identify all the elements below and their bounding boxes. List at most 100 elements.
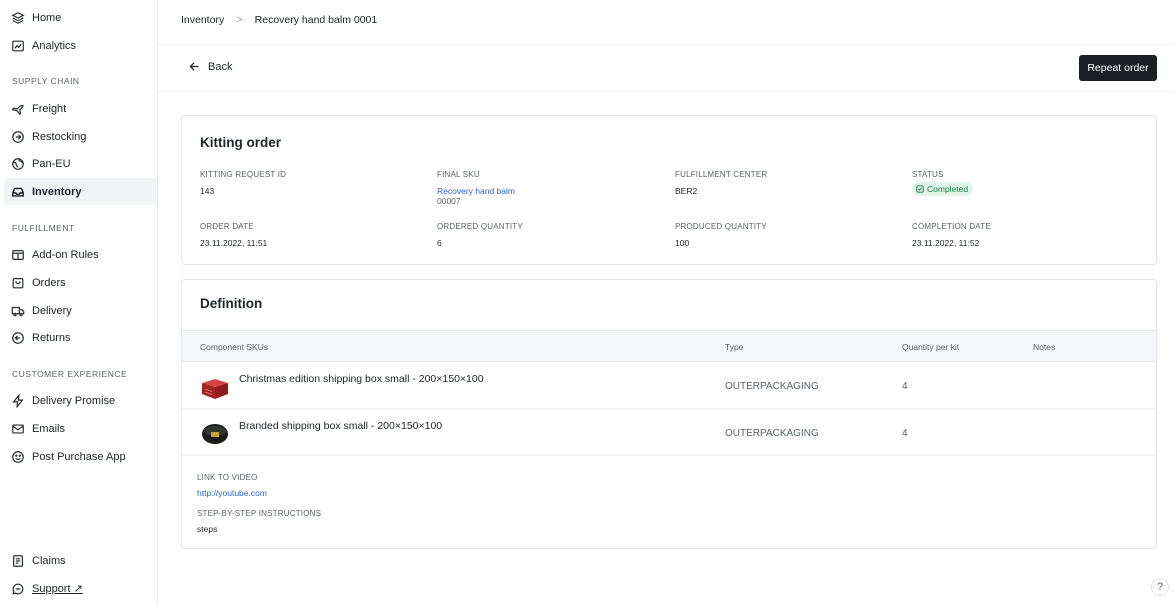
final-sku-link[interactable]: Recovery hand balm xyxy=(437,186,515,196)
kitting-order-card: Kitting order KITTING REQUEST ID 143 FIN… xyxy=(181,115,1157,265)
sidebar-item-analytics[interactable]: Analytics xyxy=(4,32,157,59)
table-row[interactable]: Branded shipping box small - 200×150×100… xyxy=(182,409,1156,456)
field-label: STEP-BY-STEP INSTRUCTIONS xyxy=(197,509,322,518)
field-label: ORDERED QUANTITY xyxy=(437,222,523,231)
sidebar-item-orders[interactable]: Orders xyxy=(4,269,157,296)
field-label: ORDER DATE xyxy=(200,222,254,231)
bag-icon xyxy=(11,276,25,290)
arrow-left-icon xyxy=(188,60,201,73)
field-produced-quantity: PRODUCED QUANTITY 100 xyxy=(675,222,767,248)
bolt-icon xyxy=(11,393,25,408)
field-fulfillment-center: FULFILLMENT CENTER BER2 xyxy=(675,170,767,196)
chat-icon xyxy=(11,582,25,596)
table-row[interactable]: Christmas edition shipping box small - 2… xyxy=(182,362,1156,409)
field-value: 23.11.2022, 11:52 xyxy=(912,238,980,248)
layers-icon xyxy=(11,11,25,25)
smile-icon xyxy=(11,450,25,464)
card-title: Definition xyxy=(200,296,263,311)
sidebar-item-label: Delivery Promise xyxy=(32,394,116,407)
final-sku-code: 00007 xyxy=(437,196,461,206)
field-label: KITTING REQUEST ID xyxy=(200,170,287,179)
section-label-supply-chain: SUPPLY CHAIN xyxy=(12,76,80,86)
back-button[interactable]: Back xyxy=(188,60,232,73)
sidebar-item-label: Support ↗ xyxy=(32,583,83,595)
field-value: steps xyxy=(197,524,218,534)
status-badge: Completed xyxy=(912,182,974,196)
component-type: OUTERPACKAGING xyxy=(725,381,819,392)
component-quantity: 4 xyxy=(902,428,908,439)
breadcrumb-current: Recovery hand balm 0001 xyxy=(254,14,378,26)
help-button[interactable]: ? xyxy=(1151,578,1169,596)
product-thumbnail xyxy=(202,379,228,399)
column-header: Notes xyxy=(1033,342,1056,352)
sidebar-item-label: Delivery xyxy=(32,304,72,317)
sidebar-item-delivery[interactable]: Delivery xyxy=(4,297,157,324)
column-header: Type xyxy=(725,342,744,352)
field-order-date: ORDER DATE 23.11.2022, 11:51 xyxy=(200,222,267,248)
field-completion-date: COMPLETION DATE 23.11.2022, 11:52 xyxy=(912,222,991,248)
field-label: COMPLETION DATE xyxy=(912,222,991,231)
field-step-by-step-instructions: STEP-BY-STEP INSTRUCTIONS steps xyxy=(197,509,321,534)
sidebar-item-returns[interactable]: Returns xyxy=(4,324,157,351)
sidebar-item-emails[interactable]: Emails xyxy=(4,415,157,442)
globe-icon xyxy=(11,157,25,171)
component-name: Christmas edition shipping box small - 2… xyxy=(239,373,484,385)
repeat-order-button[interactable]: Repeat order xyxy=(1079,55,1157,81)
video-link[interactable]: http://youtube.com xyxy=(197,488,267,498)
check-square-icon xyxy=(916,185,924,193)
sidebar-item-label: Freight xyxy=(32,102,67,115)
sidebar-item-label: Analytics xyxy=(32,39,77,52)
component-name: Branded shipping box small - 200×150×100 xyxy=(239,420,443,432)
sidebar-item-delivery-promise[interactable]: Delivery Promise xyxy=(4,387,157,414)
mail-icon xyxy=(11,422,25,436)
sidebar-item-freight[interactable]: Freight xyxy=(4,95,157,122)
sidebar-item-home[interactable]: Home xyxy=(4,4,157,31)
column-header: Component SKUs xyxy=(200,342,269,352)
back-label: Back xyxy=(208,60,233,73)
chevron-right-icon: > xyxy=(236,14,243,26)
sidebar-item-post-purchase-app[interactable]: Post Purchase App xyxy=(4,443,157,470)
plane-icon xyxy=(11,102,25,116)
truck-icon xyxy=(11,304,25,318)
sidebar-item-label: Returns xyxy=(32,331,71,344)
sidebar-item-restocking[interactable]: Restocking xyxy=(4,123,157,150)
add-on-icon xyxy=(11,248,25,262)
sidebar: Home Analytics SUPPLY CHAIN Freight Rest… xyxy=(0,0,158,605)
field-label: FINAL SKU xyxy=(437,170,480,179)
column-header: Quantity per kit xyxy=(902,342,960,352)
field-value-wrap: Recovery hand balm 00007 xyxy=(437,186,515,206)
sidebar-item-add-on-rules[interactable]: Add-on Rules xyxy=(4,241,157,268)
table-header: Component SKUs Type Quantity per kit Not… xyxy=(182,330,1156,362)
breadcrumb-inventory[interactable]: Inventory xyxy=(181,14,224,26)
arrow-circle-icon xyxy=(11,130,25,144)
product-thumbnail xyxy=(202,424,228,444)
field-label: LINK TO VIDEO xyxy=(197,473,258,482)
divider xyxy=(158,44,1174,45)
sidebar-item-label: Inventory xyxy=(32,185,82,198)
field-ordered-quantity: ORDERED QUANTITY 6 xyxy=(437,222,523,248)
sidebar-item-label: Claims xyxy=(32,554,66,567)
field-label: FULFILLMENT CENTER xyxy=(675,170,768,179)
sidebar-item-label: Home xyxy=(32,11,62,24)
inbox-icon xyxy=(11,185,25,199)
sidebar-item-support[interactable]: Support ↗ xyxy=(4,575,157,602)
sidebar-item-pan-eu[interactable]: Pan-EU xyxy=(4,150,157,177)
field-status: STATUS Completed xyxy=(912,170,974,198)
sidebar-item-label: Add-on Rules xyxy=(32,248,99,261)
status-text: Completed xyxy=(927,184,969,194)
sidebar-item-claims[interactable]: Claims xyxy=(4,547,157,574)
definition-card: Definition Component SKUs Type Quantity … xyxy=(181,279,1157,549)
card-title: Kitting order xyxy=(200,135,281,150)
field-final-sku: FINAL SKU Recovery hand balm 00007 xyxy=(437,170,515,206)
sidebar-item-inventory[interactable]: Inventory xyxy=(4,178,157,205)
section-label-fulfillment: FULFILLMENT xyxy=(12,223,75,233)
section-label-customer-experience: CUSTOMER EXPERIENCE xyxy=(12,369,128,379)
field-label: PRODUCED QUANTITY xyxy=(675,222,767,231)
sidebar-item-label: Post Purchase App xyxy=(32,450,126,463)
document-icon xyxy=(11,554,25,568)
field-value: 23.11.2022, 11:51 xyxy=(200,238,268,248)
field-value: 6 xyxy=(437,238,442,248)
sidebar-item-label: Orders xyxy=(32,276,66,289)
divider xyxy=(158,91,1174,92)
field-link-to-video: LINK TO VIDEO http://youtube.com xyxy=(197,473,267,498)
